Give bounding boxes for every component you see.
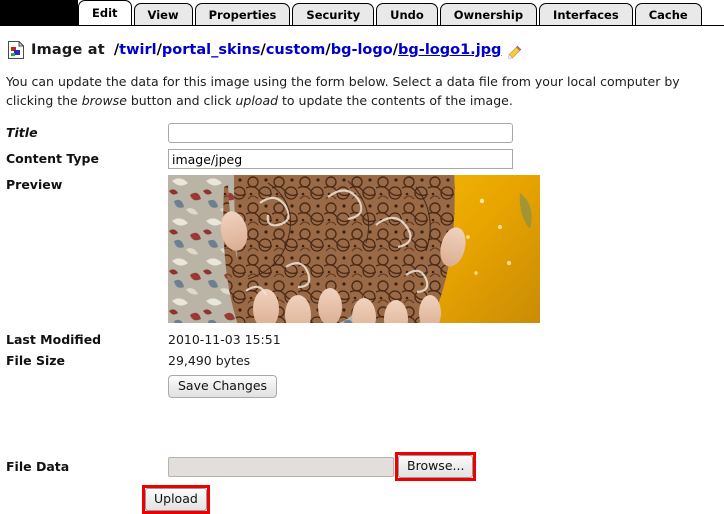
file-data-row: File Data Browse... (0, 452, 724, 481)
tab-ownership[interactable]: Ownership (439, 3, 538, 25)
tab-label: Interfaces (553, 8, 619, 22)
intro-emphasis-browse: browse (81, 93, 127, 108)
tab-label: Properties (208, 8, 277, 22)
image-preview (168, 175, 540, 323)
title-input[interactable] (168, 123, 513, 143)
intro-part-2: button and click (126, 93, 236, 108)
breadcrumb-segment-portal-skins[interactable]: portal_skins (162, 42, 261, 58)
upload-button[interactable]: Upload (145, 488, 207, 511)
upload-row: Upload (0, 485, 724, 514)
preview-artwork (168, 175, 540, 323)
file-size-value: 29,490 bytes (168, 353, 251, 368)
tab-interfaces[interactable]: Interfaces (539, 3, 633, 25)
last-modified-row: Last Modified 2010-11-03 15:51 (0, 330, 724, 349)
tab-properties[interactable]: Properties (194, 3, 291, 25)
upload-button-highlight: Upload (142, 485, 210, 514)
intro-emphasis-upload: upload (235, 93, 279, 108)
tab-bar: Edit View Properties Security Undo Owner… (0, 0, 724, 26)
tab-cache[interactable]: Cache (634, 3, 702, 25)
pencil-icon[interactable] (508, 45, 522, 59)
tab-security[interactable]: Security (292, 3, 375, 25)
file-path-input[interactable] (168, 456, 394, 477)
file-data-label: File Data (6, 459, 70, 474)
tab-view[interactable]: View (133, 3, 193, 25)
intro-part-3: to update the contents of the image. (278, 93, 513, 108)
breadcrumb-segment-custom[interactable]: custom (266, 42, 326, 58)
last-modified-label: Last Modified (6, 332, 102, 347)
file-size-row: File Size 29,490 bytes (0, 351, 724, 370)
image-document-icon (8, 40, 25, 59)
tab-bar-left-fill (0, 0, 78, 25)
save-row: Save Changes (0, 375, 724, 398)
browse-button-highlight: Browse... (395, 452, 477, 481)
breadcrumb-segment-twirl[interactable]: twirl (119, 42, 156, 58)
content-type-row: Content Type (0, 149, 724, 169)
image-edit-form: Title Content Type Preview (0, 123, 724, 514)
breadcrumb-segment-bg-logo[interactable]: bg-logo (331, 42, 393, 58)
tab-label: View (147, 8, 179, 22)
breadcrumb-segment-bg-logo1-jpg[interactable]: bg-logo1.jpg (398, 42, 501, 58)
page-title: Image at (31, 42, 105, 58)
tab-label: Ownership (453, 8, 524, 22)
tab-label: Undo (390, 8, 424, 22)
content-type-input[interactable] (168, 149, 513, 169)
tab-edit[interactable]: Edit (78, 0, 132, 25)
tab-label: Security (306, 8, 361, 22)
form-spacer (0, 404, 724, 452)
intro-text: You can update the data for this image u… (6, 72, 718, 110)
title-row: Title (0, 123, 724, 143)
title-label: Title (6, 125, 38, 140)
save-changes-button[interactable]: Save Changes (168, 375, 278, 398)
tab-label: Cache (648, 8, 688, 22)
last-modified-value: 2010-11-03 15:51 (168, 332, 281, 347)
tab-undo[interactable]: Undo (376, 3, 438, 25)
content-type-label: Content Type (6, 151, 99, 166)
file-size-label: File Size (6, 353, 65, 368)
browse-button[interactable]: Browse... (398, 455, 474, 478)
breadcrumb: /twirl/portal_skins/custom/bg-logo/bg-lo… (114, 42, 502, 58)
preview-row: Preview (0, 175, 724, 323)
tab-list: Edit View Properties Security Undo Owner… (78, 0, 704, 25)
tab-label: Edit (92, 6, 118, 20)
preview-label: Preview (6, 177, 63, 192)
page-header: Image at /twirl/portal_skins/custom/bg-l… (8, 39, 724, 61)
